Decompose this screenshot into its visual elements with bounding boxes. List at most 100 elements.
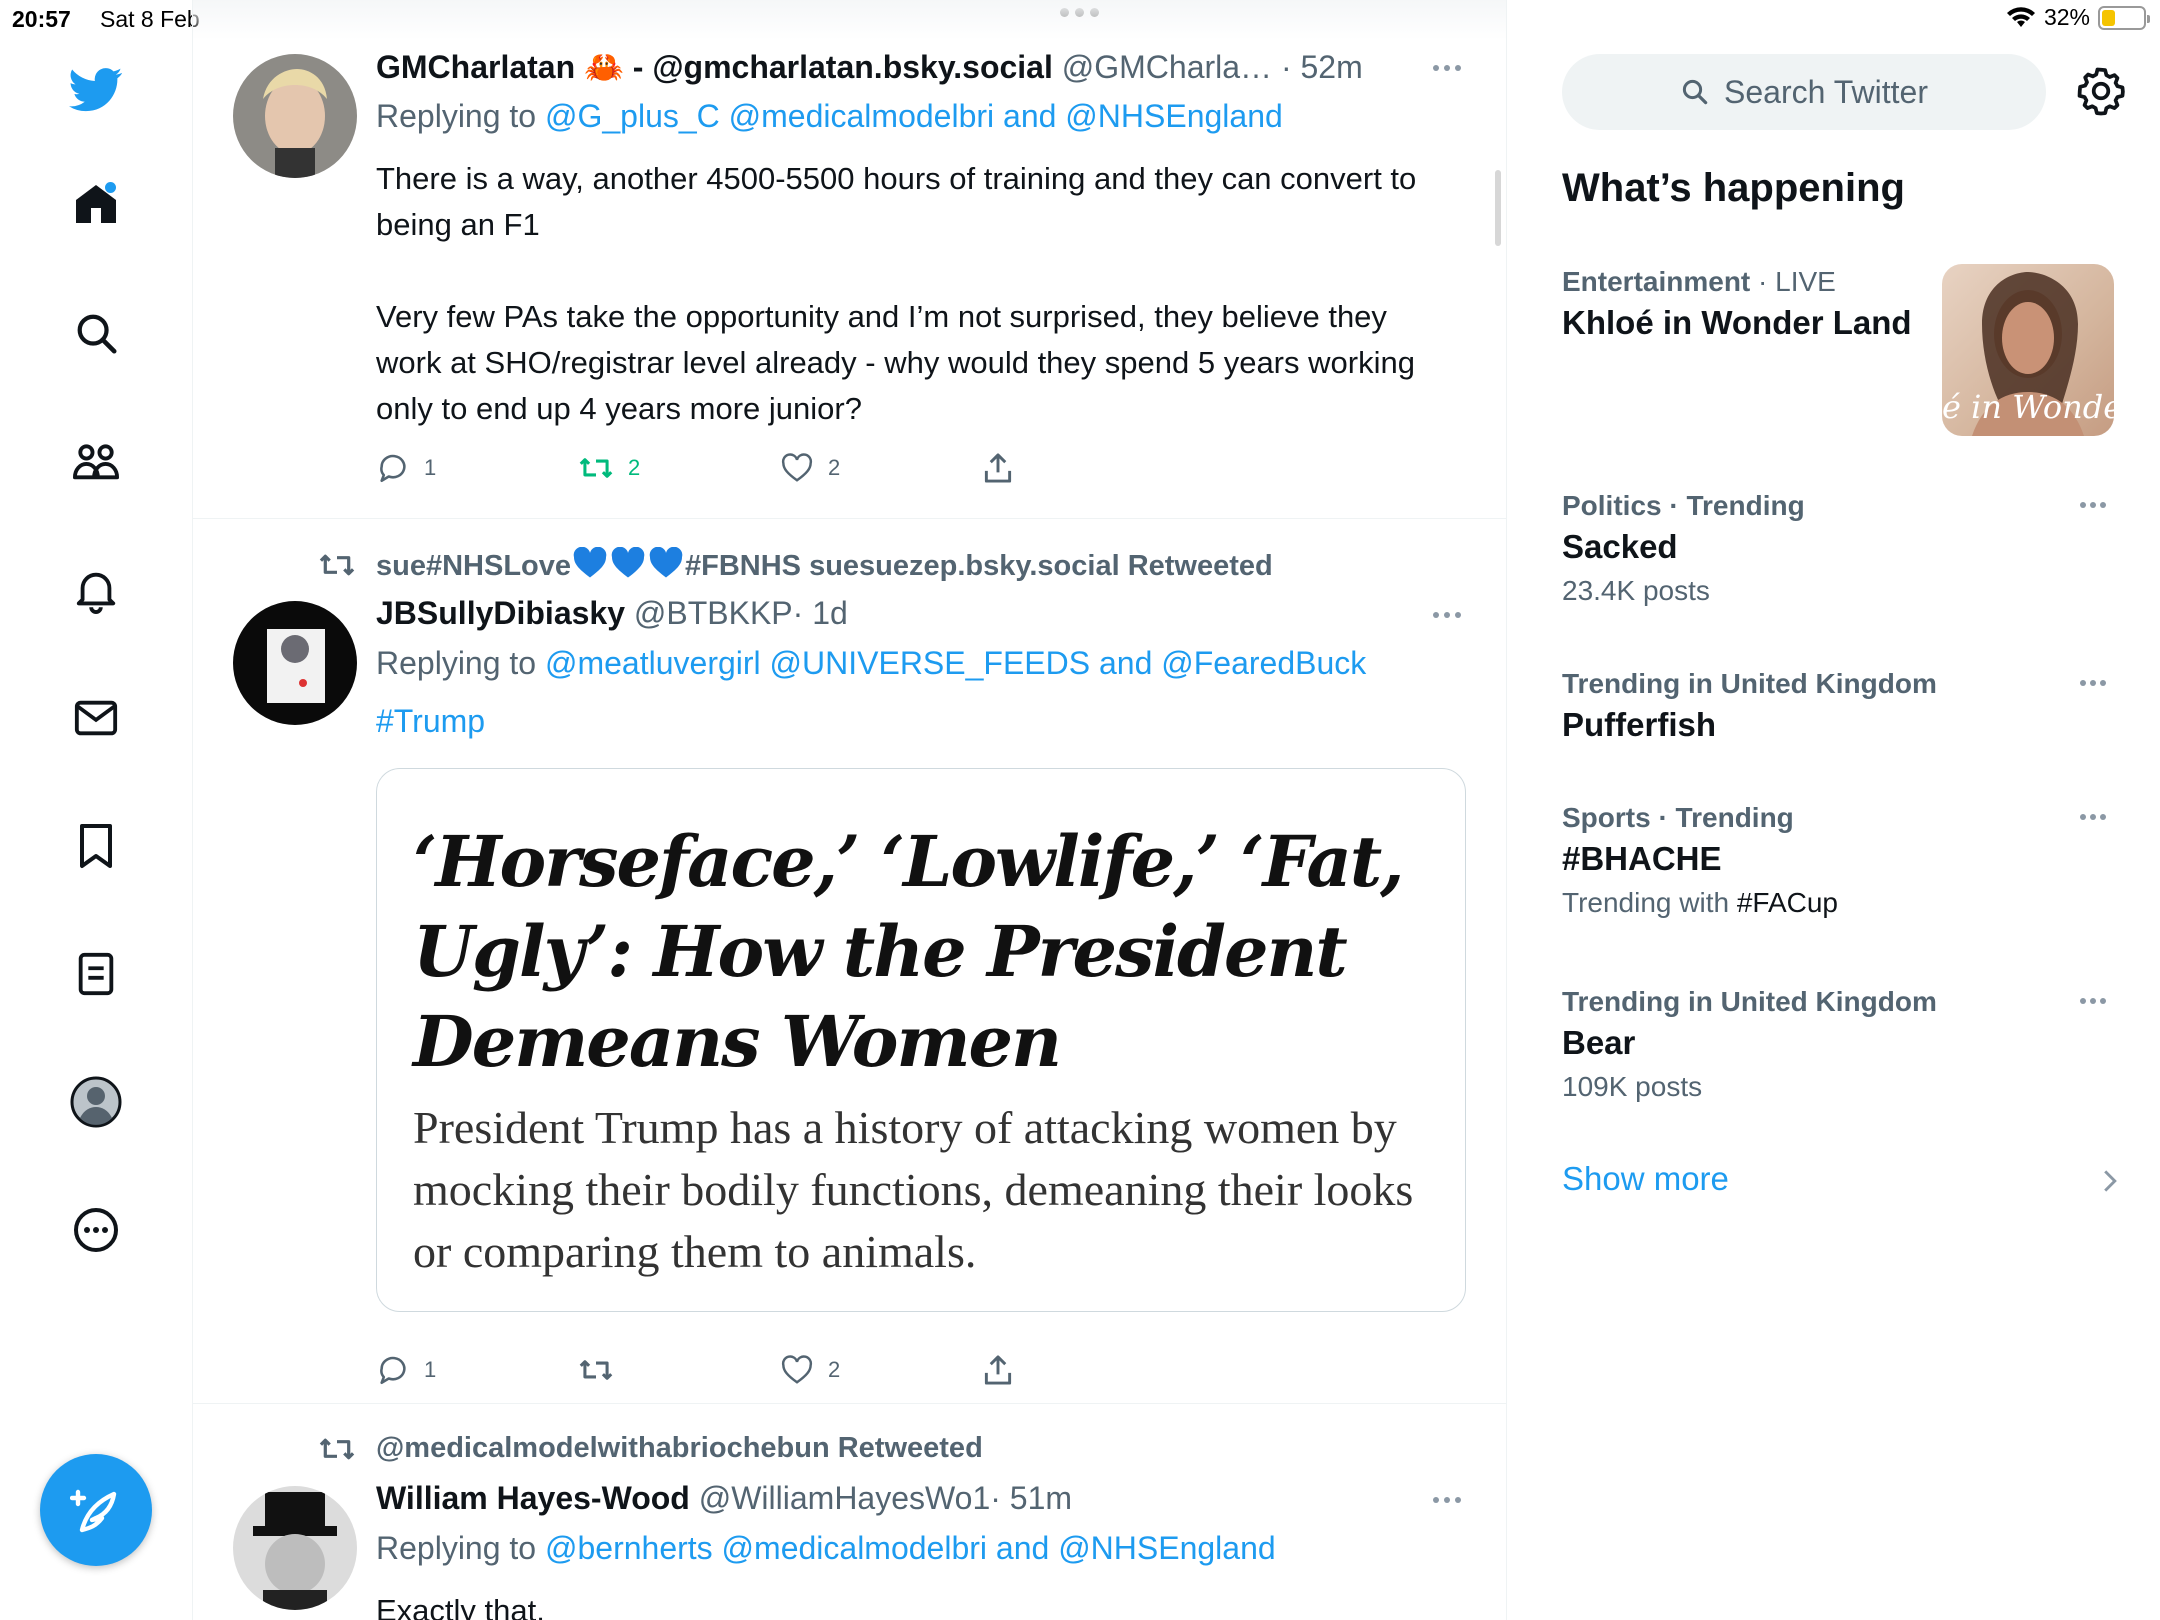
search-placeholder: Search Twitter [1724,73,1928,110]
card-description: President Trump has a history of attacki… [413,1102,1414,1277]
like-button[interactable]: 2 [780,1355,982,1385]
card-title: ‘Horseface,’ ‘Lowlife,’ ‘Fat, Ugly’: How… [413,820,1405,1083]
trend-item[interactable]: Sports · Trending #BHACHE Trending with … [1562,800,2122,924]
trend-with-tag[interactable]: #FACup [1737,887,1838,918]
share-button[interactable] [982,1354,1184,1386]
retweet-button[interactable]: 2 [578,454,780,482]
tweet-more-icon[interactable] [1433,1490,1473,1510]
show-more-link[interactable]: Show more [1562,1160,1729,1198]
trend-more-icon[interactable] [2080,678,2114,688]
trend-image[interactable]: é in Wonder l [1942,264,2114,436]
author-name[interactable]: GMCharlatan 🦀 - @gmcharlatan.bsky.social [376,49,1053,85]
blue-heart-icon [649,547,683,578]
tweet[interactable]: @medicalmodelwithabriochebun Retweeted W… [193,1404,1506,1620]
tweet-more-icon[interactable] [1433,605,1473,625]
reply-icon [376,1354,410,1386]
tweet-header: JBSullyDibiasky @BTBKKP· 1d [376,595,848,632]
retweet-icon [578,454,614,482]
link-card[interactable]: ‘Horseface,’ ‘Lowlife,’ ‘Fat, Ugly’: How… [376,768,1466,1312]
retweeted-by[interactable]: sue#NHSLove #FBNHS suesuezep.bsky.social … [318,547,1273,583]
retweet-icon [318,1434,356,1464]
tweet[interactable]: GMCharlatan 🦀 - @gmcharlatan.bsky.social… [193,0,1506,519]
home-icon[interactable] [68,176,124,232]
trend-item[interactable]: Trending in United Kingdom Pufferfish [1562,666,2122,748]
twitter-logo[interactable] [68,62,124,118]
retweeted-label: @medicalmodelwithabriochebun Retweeted [376,1432,983,1464]
heart-icon [780,453,814,483]
reply-mentions[interactable]: @bernherts @medicalmodelbri and @NHSEngl… [545,1530,1276,1566]
trend-category: Sports · Trending [1562,802,1794,833]
whats-happening-title: What’s happening [1562,166,1905,210]
bookmarks-icon[interactable] [68,818,124,874]
tweet-more-icon[interactable] [1433,58,1473,78]
reply-button[interactable]: 1 [376,452,578,484]
search-box[interactable]: Search Twitter [1562,54,2046,130]
blue-heart-icon [611,547,645,578]
trend-more-icon[interactable] [2080,812,2114,822]
more-icon[interactable] [68,1202,124,1258]
trend-category: Trending in United Kingdom [1562,986,1937,1017]
share-icon [982,452,1014,484]
trend-category: Trending in United Kingdom [1562,668,1937,699]
share-button[interactable] [982,452,1184,484]
tweet-time[interactable]: · 1d [793,595,848,631]
retweeter-name: sue#NHSLove [376,550,572,582]
communities-icon[interactable] [68,434,124,490]
retweeted-by[interactable]: @medicalmodelwithabriochebun Retweeted [318,1432,983,1465]
trend-live-label: · LIVE [1758,266,1836,297]
tweet-actions: 1 2 2 [376,448,1184,488]
tweet-hashtag[interactable]: #Trump [376,703,485,740]
trend-name: Bear [1562,1024,1636,1061]
reply-mentions[interactable]: @G_plus_C @medicalmodelbri and @NHSEngla… [545,98,1283,134]
author-name[interactable]: JBSullyDibiasky [376,595,625,631]
reply-mentions[interactable]: @meatluvergirl @UNIVERSE_FEEDS and @Fear… [545,645,1366,681]
compose-button[interactable] [40,1454,152,1566]
trend-more-icon[interactable] [2080,500,2114,510]
tweet[interactable]: sue#NHSLove #FBNHS suesuezep.bsky.social … [193,519,1506,1404]
search-icon [1680,77,1710,107]
tweet-header: William Hayes-Wood @WilliamHayesWo1· 51m [376,1480,1072,1517]
reply-button[interactable]: 1 [376,1354,578,1386]
avatar[interactable] [233,601,357,725]
trend-item[interactable]: Politics · Trending Sacked 23.4K posts [1562,488,2122,612]
retweet-button[interactable] [578,1356,780,1384]
notifications-icon[interactable] [68,562,124,618]
retweet-count: 2 [628,455,641,480]
avatar[interactable] [233,1486,357,1610]
author-handle[interactable]: @WilliamHayesWo1 [699,1480,991,1516]
profile-icon[interactable] [68,1074,124,1130]
reply-icon [376,452,410,484]
left-navigation [0,0,193,1620]
compose-icon [70,1484,122,1536]
like-count: 2 [828,1357,841,1382]
retweeted-label: #FBNHS suesuezep.bsky.social Retweeted [685,550,1273,582]
reply-count: 1 [424,1357,437,1382]
heart-icon [780,1355,814,1385]
avatar[interactable] [233,54,357,178]
tweet-paragraph: There is a way, another 4500-5500 hours … [376,161,1417,242]
messages-icon[interactable] [68,690,124,746]
search-icon[interactable] [68,305,124,361]
reply-count: 1 [424,455,437,480]
author-name[interactable]: William Hayes-Wood [376,1480,690,1516]
tweet-time[interactable]: · 51m [990,1480,1072,1516]
right-sidebar: Search Twitter What’s happening Entertai… [1508,0,2160,1620]
replying-label: Replying to [376,1530,537,1566]
tweet-time[interactable]: · 52m [1281,49,1363,85]
trend-name: Pufferfish [1562,706,1717,743]
tweet-header: GMCharlatan 🦀 - @gmcharlatan.bsky.social… [376,48,1363,86]
retweet-icon [578,1356,614,1384]
trend-more-icon[interactable] [2080,996,2114,1006]
settings-gear-icon[interactable] [2076,66,2126,116]
trend-category: Politics · Trending [1562,490,1805,521]
trend-post-count: 23.4K posts [1562,575,1710,606]
tweet-actions: 1 2 [376,1350,1184,1390]
timeline[interactable]: GMCharlatan 🦀 - @gmcharlatan.bsky.social… [193,0,1507,1620]
chevron-right-icon[interactable] [2102,1168,2118,1194]
author-handle[interactable]: @GMCharla… [1062,49,1272,85]
trend-item[interactable]: Trending in United Kingdom Bear 109K pos… [1562,984,2122,1108]
lists-icon[interactable] [68,946,124,1002]
like-button[interactable]: 2 [780,453,982,483]
author-handle[interactable]: @BTBKKP [634,595,793,631]
replying-to: Replying to @G_plus_C @medicalmodelbri a… [376,98,1283,135]
